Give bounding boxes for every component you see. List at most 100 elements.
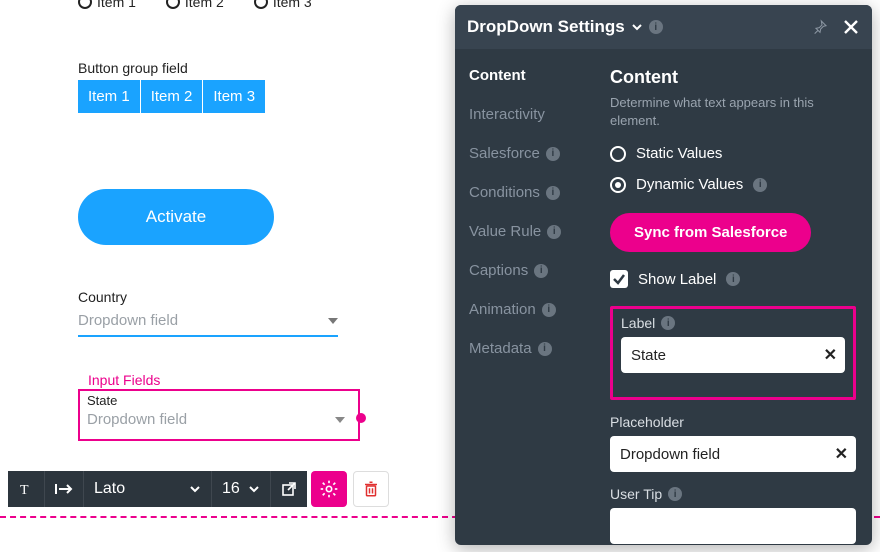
activate-button[interactable]: Activate bbox=[78, 189, 274, 245]
align-tool-button[interactable] bbox=[45, 471, 84, 507]
panel-title-group[interactable]: DropDown Settings i bbox=[467, 17, 663, 37]
delete-button[interactable] bbox=[353, 471, 389, 507]
panel-title: DropDown Settings bbox=[467, 17, 625, 37]
sidebar-item-salesforce[interactable]: Salesforce i bbox=[469, 145, 600, 162]
font-size-select[interactable]: 16 bbox=[212, 471, 271, 507]
sidebar-item-label: Captions bbox=[469, 262, 528, 279]
text-icon: T bbox=[18, 481, 34, 497]
button-label: Sync from Salesforce bbox=[634, 224, 787, 241]
sync-salesforce-button[interactable]: Sync from Salesforce bbox=[610, 213, 811, 252]
clear-icon[interactable]: ✕ bbox=[835, 444, 848, 464]
label-field-label: Labeli bbox=[621, 315, 845, 331]
info-icon[interactable]: i bbox=[753, 178, 767, 192]
sidebar-item-metadata[interactable]: Metadatai bbox=[469, 340, 600, 357]
user-tip-field-label: User Tipi bbox=[610, 486, 856, 502]
dropdown-placeholder: Dropdown field bbox=[87, 411, 187, 428]
radio-icon bbox=[254, 0, 268, 9]
radio-label: Static Values bbox=[636, 145, 722, 162]
radio-label: Item 3 bbox=[273, 0, 312, 10]
radio-item-3[interactable]: Item 3 bbox=[254, 0, 312, 10]
radio-dynamic-values[interactable]: Dynamic Values i bbox=[610, 176, 856, 193]
country-label: Country bbox=[78, 289, 127, 305]
sidebar-item-label: Salesforce bbox=[469, 145, 540, 162]
radio-static-values[interactable]: Static Values bbox=[610, 145, 856, 162]
radio-icon bbox=[166, 0, 180, 9]
panel-header: DropDown Settings i bbox=[455, 5, 872, 49]
panel-content: Content Determine what text appears in t… bbox=[600, 49, 872, 545]
button-group-item[interactable]: Item 2 bbox=[141, 80, 204, 113]
info-icon: i bbox=[534, 264, 548, 278]
chevron-down-icon bbox=[631, 23, 643, 31]
info-icon: i bbox=[546, 147, 560, 161]
align-left-icon bbox=[55, 482, 73, 496]
pin-icon[interactable] bbox=[812, 19, 828, 35]
selected-element-frame[interactable]: State Dropdown field bbox=[78, 389, 360, 441]
state-label: State bbox=[87, 393, 117, 408]
placeholder-field-label: Placeholder bbox=[610, 414, 856, 430]
sidebar-item-conditions[interactable]: Conditionsi bbox=[469, 184, 600, 201]
sidebar-item-label: Value Rule bbox=[469, 223, 541, 240]
user-tip-input[interactable] bbox=[610, 508, 856, 544]
open-external-button[interactable] bbox=[271, 471, 307, 507]
sidebar-item-label: Content bbox=[469, 67, 526, 84]
input-fields-title: Input Fields bbox=[88, 372, 160, 388]
info-icon[interactable]: i bbox=[661, 316, 675, 330]
radio-item-1[interactable]: Item 1 bbox=[78, 0, 136, 10]
panel-sidebar: Content Interactivity Salesforce i Condit… bbox=[455, 49, 600, 545]
external-link-icon bbox=[281, 481, 297, 497]
chevron-down-icon bbox=[248, 485, 260, 493]
format-toolbar: T Lato 16 bbox=[8, 471, 389, 507]
content-subtitle: Determine what text appears in this elem… bbox=[610, 94, 856, 129]
show-label-checkbox[interactable]: Show Label i bbox=[610, 270, 856, 288]
text-tool-button[interactable]: T bbox=[8, 471, 45, 507]
checkbox-icon bbox=[610, 270, 628, 288]
placeholder-input[interactable] bbox=[610, 436, 856, 472]
checkbox-label: Show Label bbox=[638, 271, 716, 288]
radio-label: Dynamic Values bbox=[636, 176, 743, 193]
info-icon: i bbox=[542, 303, 556, 317]
radio-icon bbox=[610, 146, 626, 162]
gear-icon bbox=[319, 479, 339, 499]
activate-label: Activate bbox=[146, 207, 206, 227]
radio-label: Item 1 bbox=[97, 0, 136, 10]
sidebar-item-captions[interactable]: Captions i bbox=[469, 262, 600, 279]
settings-panel: DropDown Settings i Content Interactivit… bbox=[455, 5, 872, 545]
radio-icon bbox=[610, 177, 626, 193]
settings-button[interactable] bbox=[311, 471, 347, 507]
font-select[interactable]: Lato bbox=[84, 471, 212, 507]
sidebar-item-animation[interactable]: Animation i bbox=[469, 301, 600, 318]
trash-icon bbox=[362, 480, 380, 498]
button-group-item[interactable]: Item 3 bbox=[203, 80, 265, 113]
chevron-down-icon bbox=[189, 485, 201, 493]
info-icon[interactable]: i bbox=[726, 272, 740, 286]
button-group: Item 1 Item 2 Item 3 bbox=[78, 80, 265, 113]
state-dropdown[interactable]: Dropdown field bbox=[87, 411, 345, 428]
info-icon: i bbox=[547, 225, 561, 239]
radio-icon bbox=[78, 0, 92, 9]
sidebar-item-content[interactable]: Content bbox=[469, 67, 600, 84]
dropdown-placeholder: Dropdown field bbox=[78, 312, 178, 329]
info-icon[interactable]: i bbox=[649, 20, 663, 34]
clear-icon[interactable]: ✕ bbox=[824, 345, 837, 365]
resize-handle[interactable] bbox=[356, 413, 366, 423]
sidebar-item-value-rule[interactable]: Value Rule i bbox=[469, 223, 600, 240]
chevron-down-icon bbox=[335, 417, 345, 423]
info-icon[interactable]: i bbox=[668, 487, 682, 501]
sidebar-item-label: Interactivity bbox=[469, 106, 545, 123]
sidebar-item-interactivity[interactable]: Interactivity bbox=[469, 106, 600, 123]
sidebar-item-label: Conditions bbox=[469, 184, 540, 201]
close-icon[interactable] bbox=[842, 18, 860, 36]
svg-text:T: T bbox=[20, 483, 29, 497]
sidebar-item-label: Animation bbox=[469, 301, 536, 318]
radio-item-2[interactable]: Item 2 bbox=[166, 0, 224, 10]
country-dropdown[interactable]: Dropdown field bbox=[78, 306, 338, 337]
button-group-label: Button group field bbox=[78, 60, 188, 76]
label-field-highlight: Labeli ✕ bbox=[610, 306, 856, 400]
label-input[interactable] bbox=[621, 337, 845, 373]
button-group-item[interactable]: Item 1 bbox=[78, 80, 141, 113]
content-heading: Content bbox=[610, 67, 856, 88]
info-icon: i bbox=[538, 342, 552, 356]
radio-label: Item 2 bbox=[185, 0, 224, 10]
font-size: 16 bbox=[222, 480, 240, 498]
chevron-down-icon bbox=[328, 318, 338, 324]
